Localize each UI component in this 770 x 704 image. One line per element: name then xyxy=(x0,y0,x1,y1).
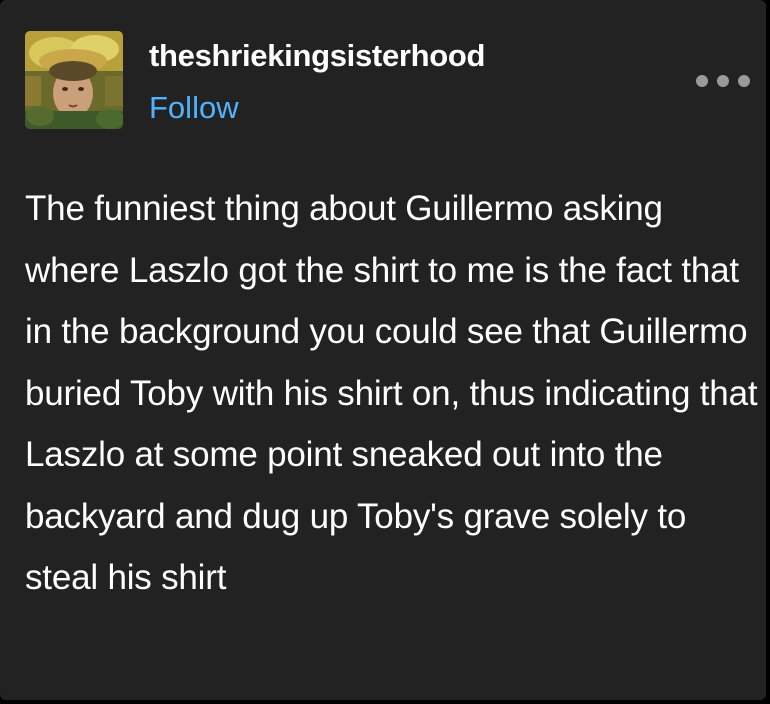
dot xyxy=(738,75,750,87)
avatar-painting-icon xyxy=(25,31,123,129)
dot xyxy=(696,75,708,87)
username[interactable]: theshriekingsisterhood xyxy=(149,37,485,75)
follow-button[interactable]: Follow xyxy=(149,89,239,127)
more-options-icon[interactable] xyxy=(696,66,750,96)
avatar[interactable] xyxy=(25,31,123,129)
post-body-text: The funniest thing about Guillermo askin… xyxy=(25,189,758,597)
dot xyxy=(717,75,729,87)
post-card: theshriekingsisterhood Follow The funnie… xyxy=(0,0,766,700)
